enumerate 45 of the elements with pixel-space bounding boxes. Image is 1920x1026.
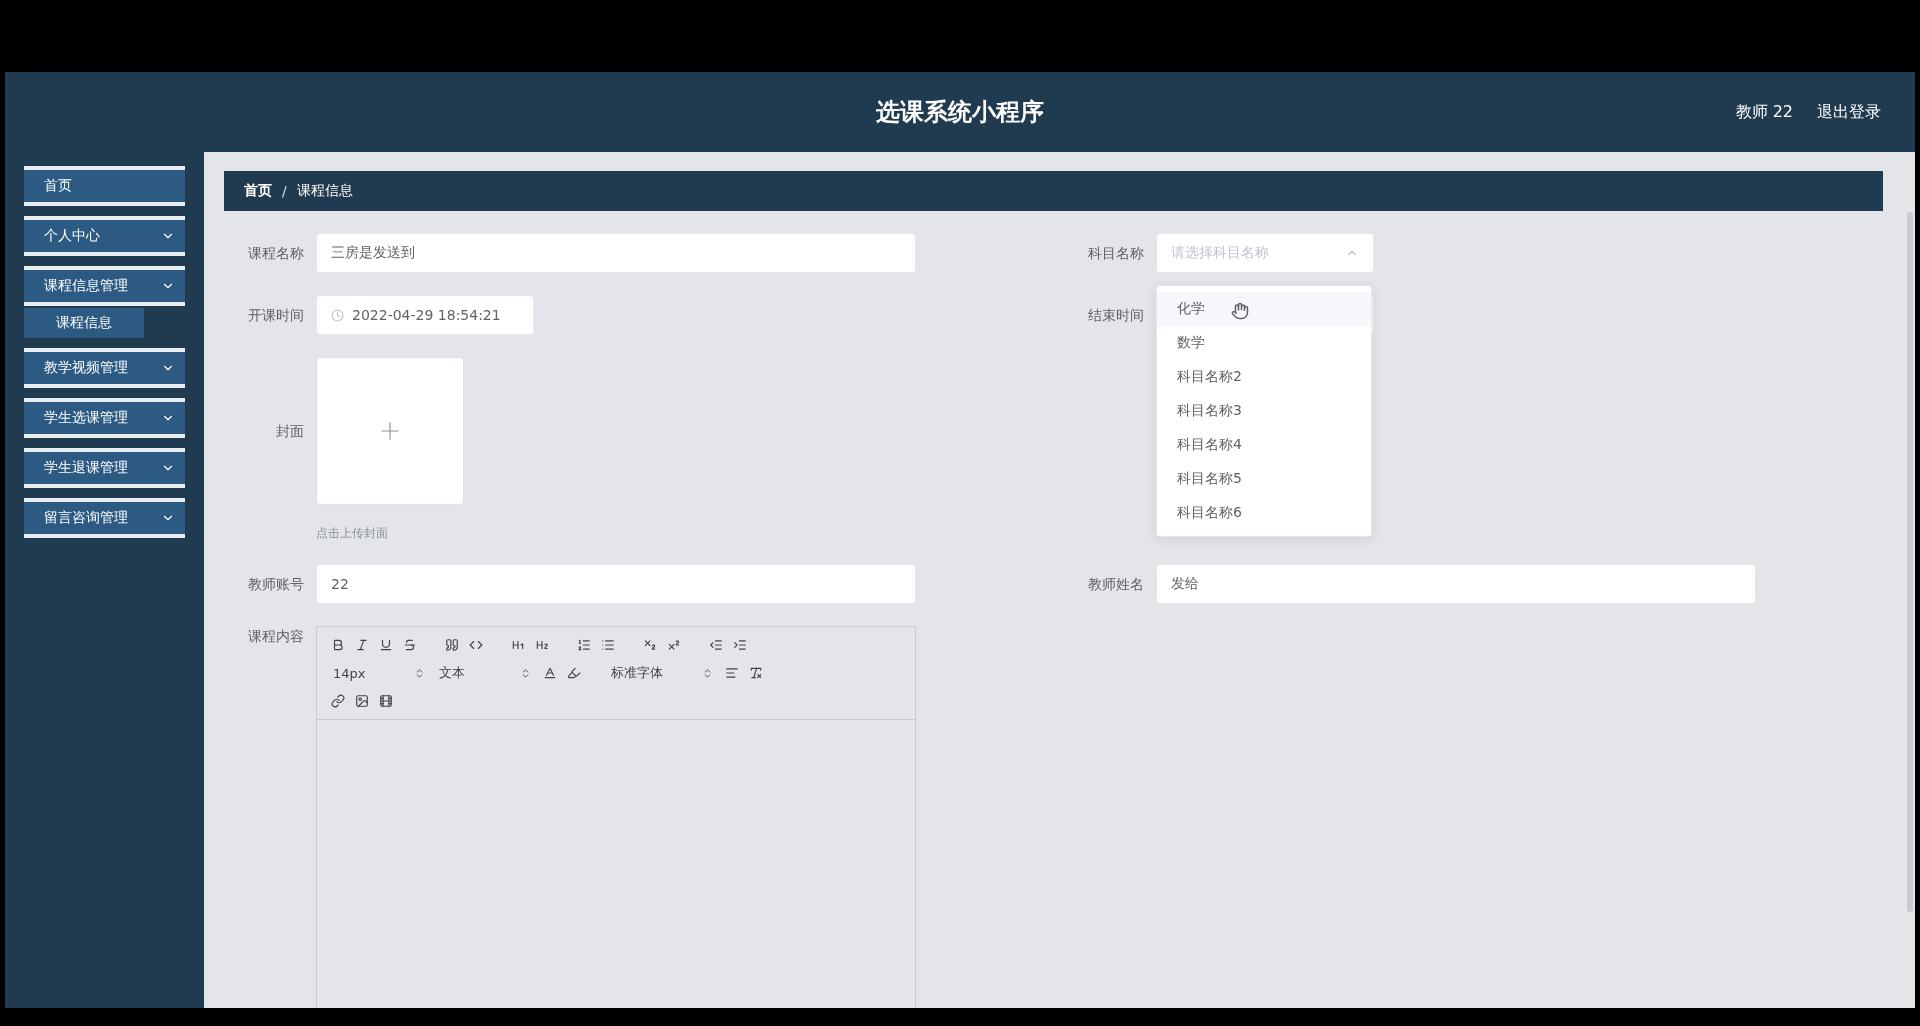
field-label: 科目名称: [1087, 244, 1145, 263]
sidebar-item[interactable]: 学生退课管理: [24, 448, 185, 488]
field-label: 教师账号: [247, 575, 305, 594]
up-down-caret-icon: [702, 667, 713, 679]
sidebar-item[interactable]: 教学视频管理: [24, 348, 185, 388]
breadcrumb-item[interactable]: 首页: [244, 182, 272, 200]
up-down-caret-icon: [414, 667, 425, 679]
field-label: 课程名称: [247, 244, 305, 263]
input-field[interactable]: 22: [316, 564, 916, 604]
dropdown-option[interactable]: 科目名称2: [1157, 360, 1371, 394]
logout-link[interactable]: 退出登录: [1817, 101, 1881, 123]
input-field[interactable]: 三房是发送到: [316, 233, 916, 273]
user-name: 教师 22: [1735, 101, 1793, 123]
upload-hint: 点击上传封面: [316, 525, 389, 542]
dropdown-option[interactable]: 科目名称6: [1157, 496, 1371, 530]
breadcrumb-separator: /: [282, 183, 287, 199]
field-label: 课程内容: [247, 627, 305, 646]
dropdown-option[interactable]: 科目名称4: [1157, 428, 1371, 462]
app-title: 选课系统小程序: [876, 97, 1044, 128]
scrollbar[interactable]: [1907, 212, 1913, 912]
sidebar-item[interactable]: 首页: [24, 166, 185, 206]
font-family-picker[interactable]: 标准字体: [607, 663, 717, 683]
rich-text-editor[interactable]: 14px 文本 标准字体: [316, 626, 916, 1008]
dropdown-option[interactable]: 科目名称5: [1157, 462, 1371, 496]
date-field[interactable]: 2022-04-29 18:54:21: [316, 295, 534, 335]
sidebar-item[interactable]: 留言咨询管理: [24, 498, 185, 538]
field-label: 开课时间: [247, 306, 305, 325]
link-icon[interactable]: [329, 691, 347, 711]
field-label: 结束时间: [1087, 306, 1145, 325]
field-label: 封面: [275, 422, 305, 441]
sidebar-item[interactable]: 学生选课管理: [24, 398, 185, 438]
clock-icon: [331, 308, 344, 322]
breadcrumb-item: 课程信息: [296, 182, 353, 200]
sidebar-item[interactable]: 个人中心: [24, 216, 185, 256]
format-picker[interactable]: 文本: [435, 663, 535, 683]
input-field[interactable]: 发给: [1156, 564, 1756, 604]
hand-cursor-icon: [1231, 302, 1249, 320]
font-size-picker[interactable]: 14px: [329, 663, 429, 683]
dropdown-option[interactable]: 数学: [1157, 326, 1371, 360]
field-label: 教师姓名: [1087, 575, 1145, 594]
sidebar-item[interactable]: 课程信息管理: [24, 266, 185, 306]
dropdown-option[interactable]: 科目名称3: [1157, 394, 1371, 428]
dropdown-option[interactable]: 化学: [1157, 292, 1371, 326]
up-down-caret-icon: [520, 667, 531, 679]
sidebar-subitem[interactable]: 课程信息: [24, 308, 144, 338]
